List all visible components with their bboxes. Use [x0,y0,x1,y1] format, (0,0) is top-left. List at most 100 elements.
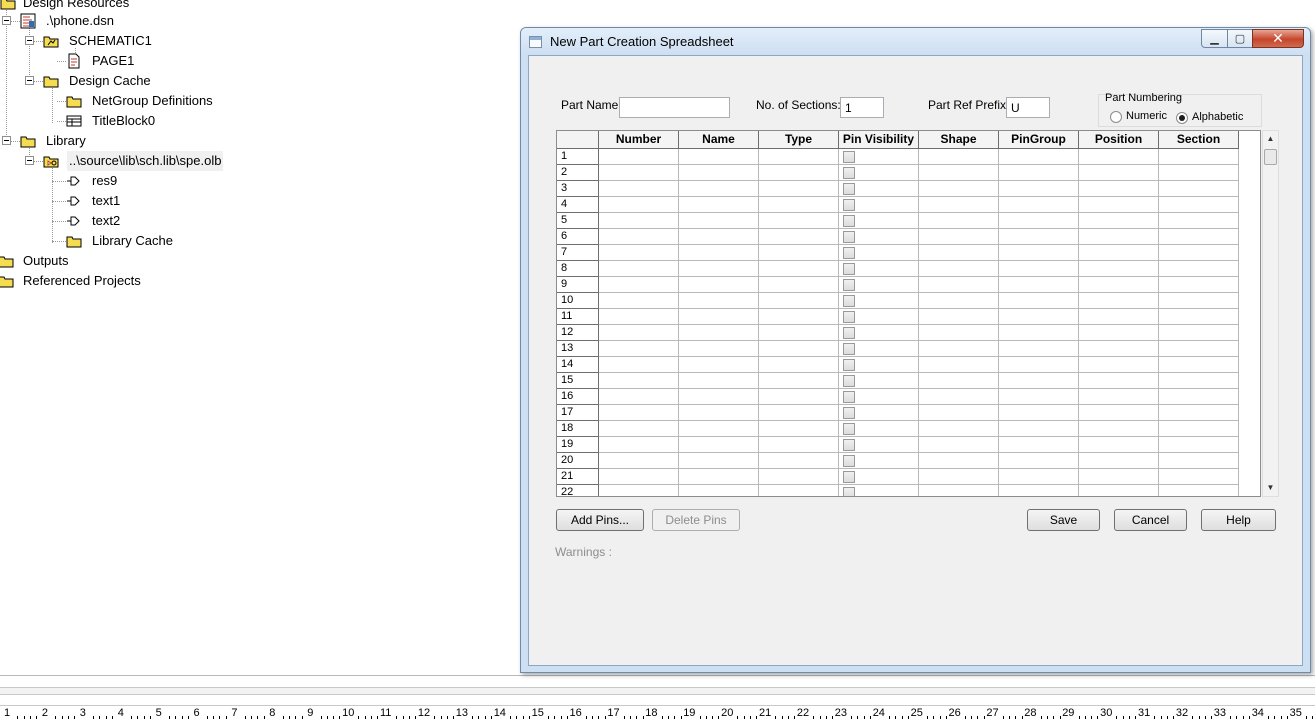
grid-cell[interactable] [999,181,1079,197]
row-header[interactable]: 20 [557,453,599,469]
grid-cell[interactable] [599,373,679,389]
grid-cell[interactable] [599,245,679,261]
collapse-toggle-icon[interactable] [2,136,11,145]
grid-cell[interactable] [1159,245,1239,261]
row-header[interactable]: 22 [557,485,599,496]
grid-cell[interactable] [1159,405,1239,421]
pin-visibility-checkbox[interactable] [843,423,855,435]
tree-node[interactable]: TitleBlock0 [0,111,520,131]
grid-cell[interactable] [679,309,759,325]
grid-cell[interactable] [759,469,839,485]
grid-cell[interactable] [1159,149,1239,165]
grid-cell[interactable] [759,197,839,213]
tree-node[interactable]: ..\source\lib\sch.lib\spe.olb [0,151,520,171]
grid-cell[interactable] [599,453,679,469]
grid-cell[interactable] [1159,309,1239,325]
tree-node[interactable]: NetGroup Definitions [0,91,520,111]
collapse-toggle-icon[interactable] [25,156,34,165]
pin-visibility-checkbox[interactable] [843,199,855,211]
grid-cell[interactable] [1079,277,1159,293]
grid-cell[interactable] [1159,357,1239,373]
tree-node[interactable]: Design Cache [0,71,520,91]
grid-cell[interactable] [1079,485,1159,496]
grid-cell[interactable] [679,213,759,229]
grid-cell[interactable] [599,469,679,485]
row-header[interactable]: 17 [557,405,599,421]
grid-cell[interactable] [599,485,679,496]
numeric-radio[interactable] [1110,111,1122,123]
grid-cell[interactable] [1079,197,1159,213]
dialog-titlebar[interactable]: New Part Creation Spreadsheet ▁ ▢ ✕ [521,28,1310,55]
grid-cell[interactable] [919,469,999,485]
grid-cell[interactable] [1159,325,1239,341]
close-button[interactable]: ✕ [1252,29,1304,48]
tree-node[interactable]: text1 [0,191,520,211]
grid-cell[interactable] [999,485,1079,496]
grid-cell[interactable] [839,357,919,373]
pin-visibility-checkbox[interactable] [843,359,855,371]
row-header[interactable]: 10 [557,293,599,309]
grid-cell[interactable] [679,325,759,341]
grid-cell[interactable] [1079,245,1159,261]
grid-cell[interactable] [759,341,839,357]
grid-cell[interactable] [759,181,839,197]
grid-cell[interactable] [999,373,1079,389]
grid-cell[interactable] [839,261,919,277]
column-header[interactable]: Pin Visibility [839,131,919,149]
row-header[interactable]: 21 [557,469,599,485]
grid-cell[interactable] [759,293,839,309]
grid-cell[interactable] [999,469,1079,485]
grid-cell[interactable] [999,165,1079,181]
grid-cell[interactable] [919,357,999,373]
grid-cell[interactable] [759,453,839,469]
grid-cell[interactable] [839,485,919,496]
pin-visibility-checkbox[interactable] [843,391,855,403]
grid-cell[interactable] [679,181,759,197]
grid-cell[interactable] [1159,421,1239,437]
row-header[interactable]: 12 [557,325,599,341]
grid-cell[interactable] [599,421,679,437]
pin-visibility-checkbox[interactable] [843,151,855,163]
pin-visibility-checkbox[interactable] [843,167,855,179]
pin-visibility-checkbox[interactable] [843,247,855,259]
tree-node[interactable]: Library Cache [0,231,520,251]
tree-node[interactable]: SCHEMATIC1 [0,31,520,51]
tree-node[interactable]: res9 [0,171,520,191]
row-header[interactable]: 2 [557,165,599,181]
grid-cell[interactable] [919,277,999,293]
grid-cell[interactable] [839,197,919,213]
grid-cell[interactable] [1159,165,1239,181]
delete-pins-button[interactable]: Delete Pins [652,509,740,531]
grid-cell[interactable] [1159,181,1239,197]
grid-cell[interactable] [999,341,1079,357]
tree-node[interactable]: Referenced Projects [0,271,520,291]
grid-cell[interactable] [679,373,759,389]
grid-cell[interactable] [1079,165,1159,181]
row-header[interactable]: 15 [557,373,599,389]
grid-cell[interactable] [1079,325,1159,341]
column-header[interactable]: Shape [919,131,999,149]
grid-cell[interactable] [1159,277,1239,293]
row-header[interactable]: 16 [557,389,599,405]
grid-cell[interactable] [759,389,839,405]
grid-cell[interactable] [839,341,919,357]
pin-visibility-checkbox[interactable] [843,471,855,483]
sections-input[interactable] [840,97,884,118]
row-header[interactable]: 18 [557,421,599,437]
maximize-button[interactable]: ▢ [1227,29,1253,48]
grid-cell[interactable] [839,325,919,341]
grid-cell[interactable] [1159,341,1239,357]
grid-cell[interactable] [919,213,999,229]
pin-visibility-checkbox[interactable] [843,231,855,243]
pin-visibility-checkbox[interactable] [843,343,855,355]
row-header[interactable]: 6 [557,229,599,245]
grid-cell[interactable] [919,453,999,469]
column-header[interactable]: Name [679,131,759,149]
grid-cell[interactable] [679,485,759,496]
cancel-button[interactable]: Cancel [1114,509,1187,531]
grid-cell[interactable] [599,149,679,165]
grid-cell[interactable] [839,437,919,453]
grid-cell[interactable] [599,197,679,213]
grid-cell[interactable] [1079,341,1159,357]
grid-cell[interactable] [599,277,679,293]
